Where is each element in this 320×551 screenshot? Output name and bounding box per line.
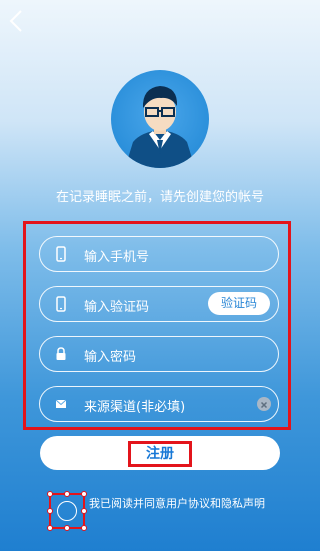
verification-code-field[interactable]: 输入验证码 验证码 (39, 286, 279, 322)
verification-code-placeholder: 输入验证码 (84, 300, 150, 315)
mail-icon (55, 399, 67, 408)
avatar (111, 70, 209, 168)
selection-handle (81, 491, 87, 497)
selection-handle (64, 525, 70, 531)
phone-field-placeholder: 输入手机号 (84, 250, 150, 265)
page-subtitle: 在记录睡眠之前，请先创建您的帐号 (55, 190, 264, 205)
agreement-text[interactable]: 我已阅读并同意用户协议和隐私声明 (89, 495, 269, 512)
phone-icon (56, 246, 66, 262)
get-code-button[interactable]: 验证码 (208, 292, 270, 315)
phone-icon (56, 296, 66, 312)
register-button-label[interactable]: 注册 (128, 441, 192, 467)
selection-handle (81, 508, 87, 514)
clear-icon[interactable] (257, 397, 271, 411)
chevron-left-icon[interactable] (6, 8, 28, 34)
source-channel-field[interactable]: 来源渠道(非必填) (39, 386, 279, 422)
selection-handle (81, 525, 87, 531)
selection-handle (47, 508, 53, 514)
agreement-checkbox[interactable] (57, 501, 77, 521)
selection-handle (47, 491, 53, 497)
selection-handle (47, 525, 53, 531)
lock-icon (56, 347, 66, 360)
source-channel-placeholder: 来源渠道(非必填) (84, 400, 186, 415)
password-placeholder: 输入密码 (84, 350, 137, 365)
selection-handle (64, 491, 70, 497)
password-field[interactable]: 输入密码 (39, 336, 279, 372)
phone-field[interactable]: 输入手机号 (39, 236, 279, 272)
user-avatar-icon (125, 86, 195, 168)
